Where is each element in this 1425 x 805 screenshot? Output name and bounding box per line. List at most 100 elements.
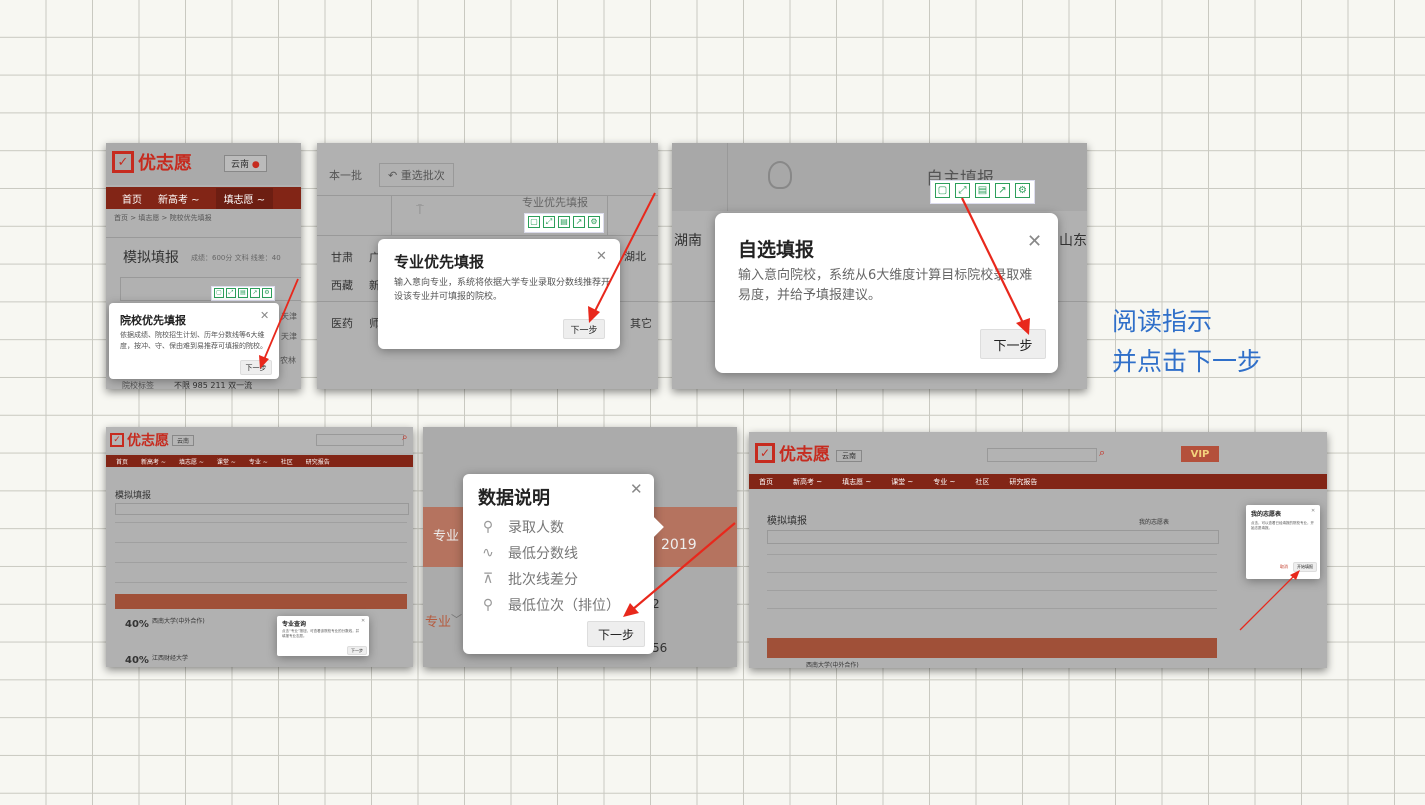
settings-icon[interactable]: ⚙ bbox=[262, 288, 272, 298]
vip-badge[interactable]: VIP bbox=[1181, 446, 1219, 462]
next-step-button[interactable]: 下一步 bbox=[980, 329, 1046, 359]
region-selector[interactable]: 云南 bbox=[172, 435, 195, 446]
nav-item-6[interactable]: 社区 bbox=[975, 477, 989, 487]
next-step-button[interactable]: 下一步 bbox=[347, 646, 367, 655]
bg-major-link[interactable]: 专业 bbox=[425, 611, 451, 630]
search-input[interactable] bbox=[316, 434, 404, 446]
share-icon[interactable]: ↗ bbox=[250, 288, 260, 298]
region-selector[interactable]: 云南 bbox=[836, 450, 862, 462]
settings-icon[interactable]: ⚙ bbox=[1015, 183, 1030, 198]
person-icon: ⚲ bbox=[482, 519, 494, 535]
start-filling-button[interactable]: 开始填报 bbox=[1293, 562, 1317, 572]
instruction-line-1: 阅读指示 bbox=[1112, 307, 1213, 336]
close-icon[interactable]: ✕ bbox=[260, 309, 269, 322]
modal-title: 我的志愿表 bbox=[1251, 511, 1282, 518]
note-icon[interactable]: ▢ bbox=[935, 183, 950, 198]
search-icon[interactable]: ⌕ bbox=[1099, 446, 1105, 460]
nav-item-3[interactable]: 填志愿 ~ bbox=[179, 457, 204, 466]
next-step-button[interactable]: 下一步 bbox=[240, 360, 272, 375]
search-icon[interactable]: ⌕ bbox=[402, 432, 408, 443]
cancel-button[interactable]: 取消 bbox=[1280, 564, 1288, 570]
filter-row: 不限 985 211 双一流 bbox=[174, 381, 253, 389]
nav-item-7[interactable]: 研究报告 bbox=[1009, 477, 1037, 487]
school-name[interactable]: 西南大学(中外合作) bbox=[806, 660, 859, 668]
guide-modal: 自选填报 ✕ 输入意向院校，系统从6大维度计算目标院校录取难易度，并给予填报建议… bbox=[715, 213, 1058, 373]
trend-icon: ∿ bbox=[482, 545, 494, 561]
modal-title: 自选填报 bbox=[738, 239, 815, 261]
reselect-batch-button[interactable]: ↶ 重选批次 bbox=[379, 163, 454, 187]
nav-item-4[interactable]: 课堂 ~ bbox=[891, 477, 913, 487]
guide-modal: 院校优先填报 ✕ 依据成绩、院校招生计划、历年分数线等6大维度，按冲、守、保由难… bbox=[109, 303, 279, 379]
expand-icon[interactable]: ⤢ bbox=[226, 288, 236, 298]
school-name-2[interactable]: 江西财经大学 bbox=[152, 653, 188, 662]
nav-item-application[interactable]: 填志愿 ~ bbox=[215, 187, 274, 209]
nav-item-home[interactable]: 首页 bbox=[122, 191, 142, 206]
assist-toolbar: ▢ ⤢ ▤ ↗ ⚙ bbox=[211, 286, 275, 301]
wish-list-label: 我的志愿表 bbox=[1139, 519, 1170, 526]
location-pin-icon: ⚲ bbox=[482, 597, 494, 613]
nav-item-7[interactable]: 研究报告 bbox=[306, 457, 330, 466]
save-icon[interactable]: ▤ bbox=[558, 216, 570, 228]
batch-label: 本一批 bbox=[329, 169, 362, 182]
modal-title: 数据说明 bbox=[478, 488, 550, 509]
nav-item-5[interactable]: 专业 ~ bbox=[249, 457, 268, 466]
guide-modal: 专业优先填报 ✕ 输入意向专业，系统将依据大学专业录取分数线推荐开设该专业并可填… bbox=[378, 239, 620, 349]
close-icon[interactable]: ✕ bbox=[361, 618, 365, 624]
legend-item: ⚲ 录取人数 bbox=[480, 514, 620, 540]
nav-item-1[interactable]: 首页 bbox=[116, 457, 128, 466]
back-icon: ↶ bbox=[388, 169, 398, 182]
nav-item-5[interactable]: 专业 ~ bbox=[933, 477, 955, 487]
row-label-1: 甘肃 bbox=[331, 251, 353, 264]
logo-text: 优志愿 bbox=[127, 433, 169, 449]
row-label-3: 医药 bbox=[331, 317, 353, 330]
logo-text: 优志愿 bbox=[779, 445, 830, 465]
page-title: 模拟填报 bbox=[123, 250, 179, 266]
note-icon[interactable]: ▢ bbox=[214, 288, 224, 298]
nav-item-1[interactable]: 首页 bbox=[759, 477, 773, 487]
region-selector[interactable]: 云南 ● bbox=[224, 155, 267, 172]
nav-item-4[interactable]: 课堂 ~ bbox=[217, 457, 236, 466]
modal-description: 输入意向院校，系统从6大维度计算目标院校录取难易度，并给予填报建议。 bbox=[738, 268, 1033, 304]
close-icon[interactable]: ✕ bbox=[630, 480, 643, 498]
batch-line-icon: ⊼ bbox=[482, 571, 494, 587]
location-pin-icon: ● bbox=[251, 160, 260, 170]
next-step-button[interactable]: 下一步 bbox=[587, 621, 645, 647]
lightbulb-icon bbox=[768, 161, 792, 189]
close-icon[interactable]: ✕ bbox=[1027, 231, 1042, 252]
bg-left-label: 专业 bbox=[433, 529, 460, 544]
bg-num-2: 56 bbox=[652, 641, 668, 655]
right-text-1: 湖北 bbox=[624, 250, 646, 263]
pin-icon: ⍑ bbox=[416, 203, 424, 218]
settings-icon[interactable]: ⚙ bbox=[588, 216, 600, 228]
close-icon[interactable]: ✕ bbox=[1311, 508, 1315, 514]
expand-icon[interactable]: ⤢ bbox=[955, 183, 970, 198]
search-input[interactable] bbox=[987, 448, 1097, 462]
screenshot-major-query: ✓ 优志愿 云南 ⌕ 首页 新高考 ~ 填志愿 ~ 课堂 ~ 专业 ~ 社区 研… bbox=[106, 427, 413, 667]
bg-year: 2019 bbox=[661, 537, 697, 553]
side-text-2: 天津 bbox=[281, 332, 297, 341]
nav-item-2[interactable]: 新高考 ~ bbox=[141, 457, 166, 466]
share-icon[interactable]: ↗ bbox=[573, 216, 585, 228]
expand-icon[interactable]: ⤢ bbox=[543, 216, 555, 228]
close-icon[interactable]: ✕ bbox=[596, 249, 607, 264]
save-icon[interactable]: ▤ bbox=[975, 183, 990, 198]
screenshot-institution-priority: ✓ 优志愿 云南 ● 首页 新高考 ~ 填志愿 ~ 首页 > 填志愿 > 院校优… bbox=[106, 143, 301, 389]
nav-item-2[interactable]: 新高考 ~ bbox=[793, 477, 822, 487]
nav-item-6[interactable]: 社区 bbox=[281, 457, 293, 466]
legend-item: ∿ 最低分数线 bbox=[480, 540, 620, 566]
modal-title: 专业查询 bbox=[282, 621, 307, 628]
guide-modal: 专业查询 ✕ 点击“专业”按钮，可查看该院校专业的分数线，并填报专业志愿。 下一… bbox=[277, 616, 369, 656]
modal-title: 院校优先填报 bbox=[120, 314, 186, 327]
save-icon[interactable]: ▤ bbox=[238, 288, 248, 298]
guide-modal: 我的志愿表 ✕ 点击，可以查看已经填报的院校专业，开始志愿填报。 取消 开始填报 bbox=[1246, 505, 1320, 579]
instruction-line-2: 并点击下一步 bbox=[1112, 347, 1263, 376]
school-name-1[interactable]: 西南大学(中外合作) bbox=[152, 616, 205, 625]
modal-title: 专业优先填报 bbox=[394, 253, 485, 271]
table-header bbox=[767, 638, 1217, 658]
share-icon[interactable]: ↗ bbox=[995, 183, 1010, 198]
nav-item-gaokao[interactable]: 新高考 ~ bbox=[158, 191, 200, 206]
next-step-button[interactable]: 下一步 bbox=[563, 319, 605, 339]
modal-description: 依据成绩、院校招生计划、历年分数线等6大维度，按冲、守、保由难到易推荐可填报的院… bbox=[120, 331, 267, 350]
nav-item-3[interactable]: 填志愿 ~ bbox=[842, 477, 871, 487]
note-icon[interactable]: ▢ bbox=[528, 216, 540, 228]
